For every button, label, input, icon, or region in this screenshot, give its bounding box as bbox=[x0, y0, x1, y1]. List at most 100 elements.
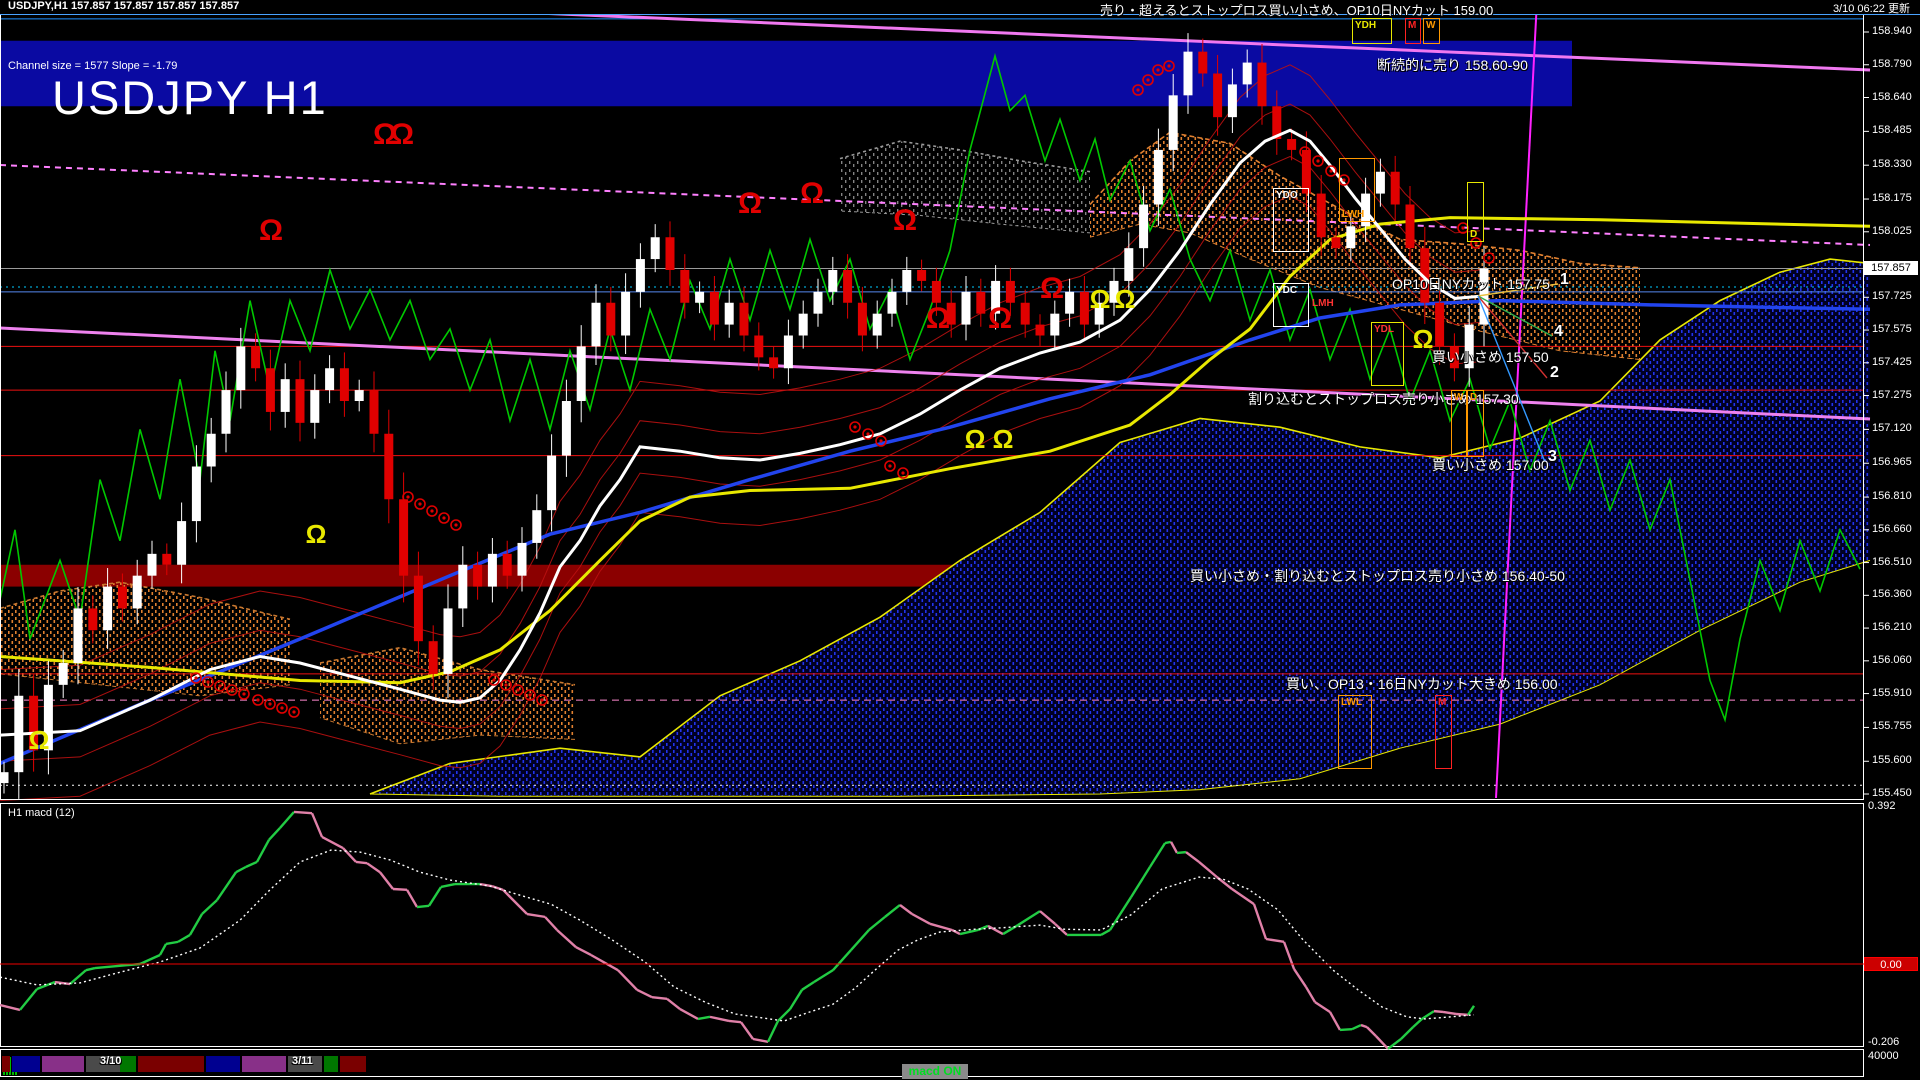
level-box-m: M bbox=[1435, 695, 1452, 769]
annotation-top-sell-level: 売り・超えるとストップロス買い小さめ、OP10日NYカット 159.00 bbox=[1100, 3, 1494, 18]
price-axis-label[interactable]: 155.910 bbox=[1872, 687, 1912, 699]
candle-body bbox=[517, 542, 527, 576]
candle-body bbox=[561, 401, 571, 456]
session-bar-segment[interactable] bbox=[42, 1056, 84, 1072]
macd-line-segment bbox=[19, 988, 38, 1011]
price-axis-label[interactable]: 156.210 bbox=[1872, 621, 1912, 633]
candle-body bbox=[1257, 62, 1267, 107]
price-axis-label[interactable]: 156.510 bbox=[1872, 556, 1912, 568]
macd-layer[interactable] bbox=[0, 810, 1864, 1075]
price-axis-label[interactable]: 157.120 bbox=[1872, 422, 1912, 434]
macd-line-segment bbox=[392, 887, 408, 892]
buy-omega-marker: Ω bbox=[1413, 324, 1434, 354]
macd-line-segment bbox=[1176, 850, 1187, 855]
price-axis-label[interactable]: 158.790 bbox=[1872, 58, 1912, 70]
macd-line-segment bbox=[69, 969, 87, 985]
candle-body bbox=[931, 280, 941, 303]
current-price-tag: 157.857 bbox=[1864, 261, 1918, 275]
macd-line-segment bbox=[1293, 968, 1307, 988]
session-bar-segment[interactable] bbox=[340, 1056, 366, 1072]
candle-body bbox=[1227, 84, 1237, 118]
macd-line-segment bbox=[1169, 841, 1179, 854]
candle-body bbox=[1050, 313, 1060, 336]
macd-line-segment bbox=[201, 899, 218, 915]
macd-on-toggle[interactable]: macd ON bbox=[902, 1064, 968, 1079]
candle-body bbox=[265, 368, 275, 412]
candle-body bbox=[621, 291, 631, 336]
candle-body bbox=[1198, 51, 1208, 74]
price-axis-label[interactable]: 155.600 bbox=[1872, 754, 1912, 766]
price-axis-label[interactable]: 156.660 bbox=[1872, 523, 1912, 535]
macd-line-segment bbox=[728, 1019, 742, 1024]
price-axis-label[interactable]: 156.060 bbox=[1872, 654, 1912, 666]
price-axis-label[interactable]: 158.640 bbox=[1872, 91, 1912, 103]
price-axis-label[interactable]: 155.450 bbox=[1872, 787, 1912, 799]
candle-body bbox=[339, 368, 349, 402]
candle-body bbox=[369, 390, 379, 434]
price-axis-label[interactable]: 158.485 bbox=[1872, 124, 1912, 136]
price-axis-label[interactable]: 156.965 bbox=[1872, 456, 1912, 468]
candle-body bbox=[1390, 171, 1400, 205]
candle-body bbox=[487, 553, 497, 587]
title-bar: USDJPY,H1 157.857 157.857 157.857 157.85… bbox=[0, 0, 1920, 15]
price-axis-label[interactable]: 157.425 bbox=[1872, 356, 1912, 368]
macd-line-segment bbox=[1039, 910, 1056, 925]
macd-line-segment bbox=[1054, 922, 1068, 936]
macd-line-segment bbox=[1366, 1026, 1377, 1037]
session-bar-segment[interactable] bbox=[2, 1056, 10, 1072]
price-axis-label[interactable]: 158.175 bbox=[1872, 192, 1912, 204]
sell-omega-marker: Ω bbox=[738, 187, 762, 220]
candle-body bbox=[576, 346, 586, 402]
price-axis-label[interactable]: 157.275 bbox=[1872, 389, 1912, 401]
candle-body bbox=[399, 499, 409, 576]
candle-body bbox=[1405, 204, 1415, 249]
price-axis-label[interactable]: 157.575 bbox=[1872, 323, 1912, 335]
level-box-label: LWL bbox=[1341, 697, 1363, 708]
macd-line-segment bbox=[959, 928, 979, 936]
main-chart-layer[interactable]: ΩΩΩΩ ΩΩΩ ΩΩΩΩΩ ΩΩ ΩΩ bbox=[0, 0, 1871, 1077]
price-axis-label[interactable]: 157.725 bbox=[1872, 290, 1912, 302]
macd-line-segment bbox=[165, 940, 179, 946]
level-box-lwh: LWH bbox=[1339, 158, 1375, 222]
macd-line-segment bbox=[987, 924, 1004, 936]
macd-line-segment bbox=[526, 912, 546, 919]
session-bar-segment[interactable] bbox=[324, 1056, 338, 1072]
sell-omega-marker: Ω bbox=[800, 177, 824, 210]
buy-omega-marker: Ω bbox=[1115, 284, 1136, 314]
macd-line-segment bbox=[832, 949, 852, 971]
price-axis-label[interactable]: 158.025 bbox=[1872, 225, 1912, 237]
candle-body bbox=[1435, 302, 1445, 347]
trading-terminal: ΩΩΩΩΩΩΩΩΩΩΩΩΩΩΩΩ USDJPY,H1 157.857 157.8… bbox=[0, 0, 1920, 1080]
candle-body bbox=[117, 586, 127, 609]
price-axis-label[interactable]: 156.810 bbox=[1872, 490, 1912, 502]
candle-body bbox=[1079, 291, 1089, 325]
macd-line-segment bbox=[1002, 924, 1019, 936]
macd-line-segment bbox=[1339, 1027, 1353, 1032]
candle-body bbox=[458, 564, 468, 609]
session-bar-segment[interactable] bbox=[242, 1056, 286, 1072]
macd-line-segment bbox=[617, 969, 638, 991]
macd-line-segment bbox=[1400, 1026, 1414, 1040]
macd-line-segment bbox=[1252, 903, 1268, 940]
candle-body bbox=[739, 302, 749, 336]
chart-canvas[interactable]: ΩΩΩΩ ΩΩΩ ΩΩΩΩΩ ΩΩ ΩΩ bbox=[0, 0, 1920, 1080]
price-axis-label[interactable]: 158.330 bbox=[1872, 158, 1912, 170]
candle-body bbox=[280, 379, 290, 412]
sell-omega-marker: Ω bbox=[259, 214, 283, 247]
level-box-label: D bbox=[1470, 392, 1478, 403]
level-box-label: LWH bbox=[1342, 209, 1365, 220]
price-axis-label[interactable]: 156.360 bbox=[1872, 588, 1912, 600]
macd-line-segment bbox=[310, 812, 324, 838]
price-axis-label[interactable]: 158.940 bbox=[1872, 25, 1912, 37]
session-bar-segment[interactable] bbox=[138, 1056, 204, 1072]
session-bar-segment[interactable] bbox=[120, 1056, 136, 1072]
chart-annotation: 2 bbox=[1550, 364, 1559, 381]
sell-omega-marker: Ω bbox=[988, 302, 1012, 335]
candle-body bbox=[783, 335, 793, 369]
candle-body bbox=[221, 390, 231, 434]
session-bar-segment[interactable] bbox=[12, 1056, 40, 1072]
macd-min-label: -0.206 bbox=[1868, 1036, 1900, 1048]
price-axis-label[interactable]: 155.755 bbox=[1872, 720, 1912, 732]
level-box-label: M bbox=[1408, 20, 1417, 31]
session-bar-segment[interactable] bbox=[206, 1056, 240, 1072]
